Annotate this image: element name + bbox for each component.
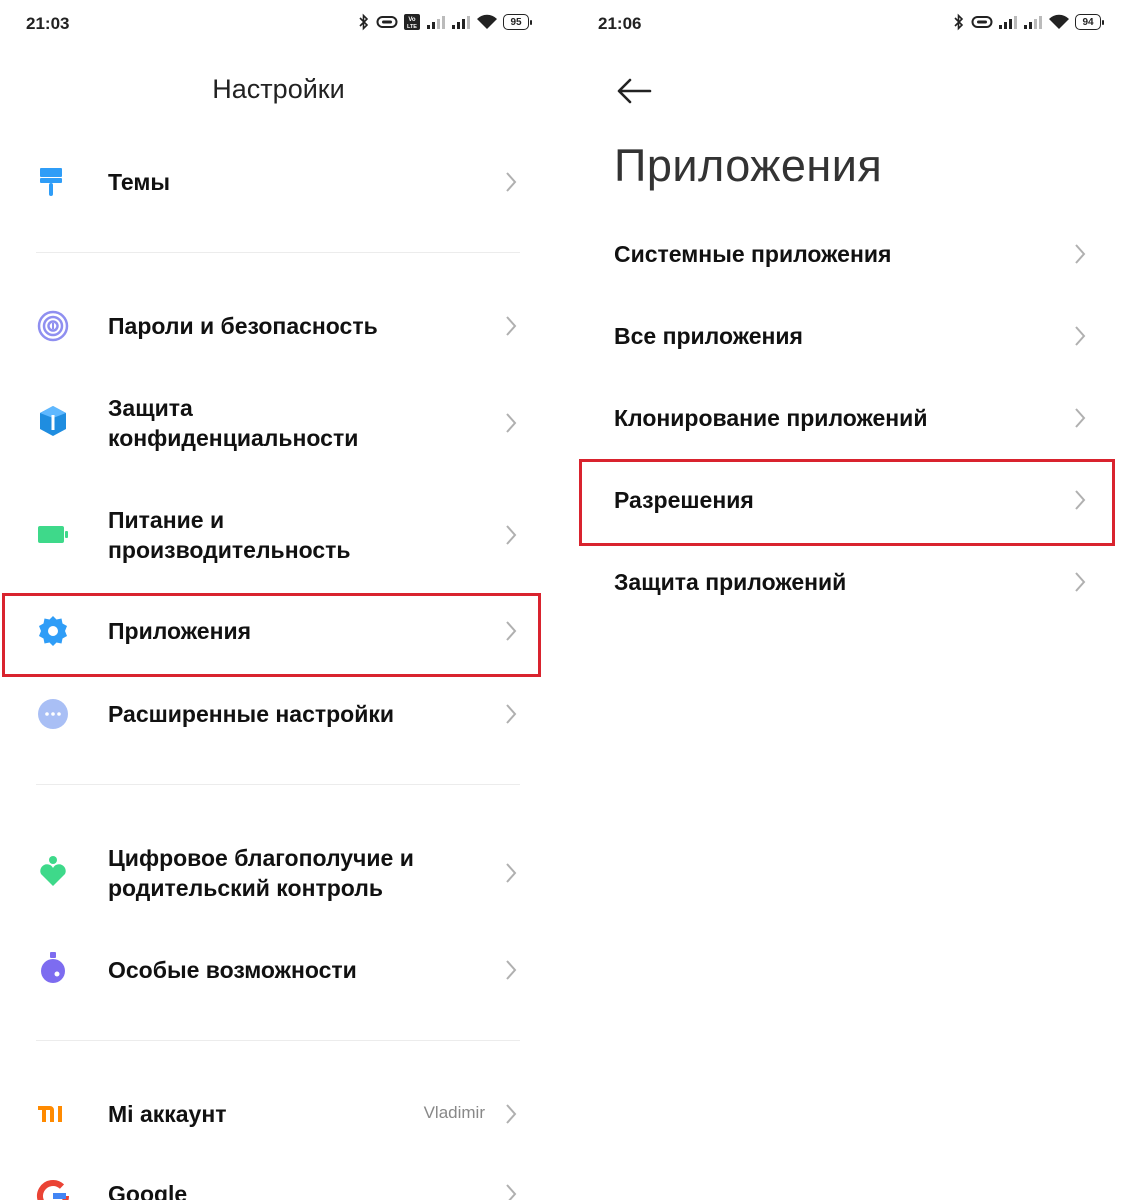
settings-item-label: Цифровое благополучие и родительский кон… [108,845,414,901]
chevron-right-icon [506,704,517,724]
chevron-right-icon [1075,490,1086,510]
account-name-value: Vladimir [423,1103,485,1122]
settings-screen: 21:03 Vo LTE 95 Настройки Темы Пароли и … [0,0,557,1200]
chevron-right-icon [506,1104,517,1124]
link-icon [971,16,993,28]
chevron-right-icon [506,621,517,641]
settings-item-label: Google [108,1181,188,1200]
wifi-icon [477,14,497,29]
bluetooth-icon [954,13,964,31]
chevron-right-icon [506,863,517,883]
settings-item-passwords-security[interactable]: Пароли и безопасность [0,294,557,358]
page-title: Приложения [614,140,883,191]
divider [36,1040,520,1041]
settings-item-label: Защита конфиденциальности [108,395,359,451]
divider [36,252,520,253]
svg-text:Vo: Vo [408,17,416,23]
settings-item-google[interactable]: Google [0,1166,557,1200]
apps-item-label: Разрешения [614,487,754,513]
settings-item-label: Темы [108,169,171,195]
chevron-right-icon [506,1184,517,1200]
apps-item-label: Все приложения [614,323,803,349]
page-title: Настройки [212,74,345,104]
apps-item-permissions[interactable]: Разрешения [572,468,1129,532]
apps-item-system-apps[interactable]: Системные приложения [572,222,1129,286]
apps-item-all-apps[interactable]: Все приложения [572,304,1129,368]
settings-item-label: Расширенные настройки [108,701,395,727]
chevron-right-icon [506,172,517,192]
more-dots-icon [38,699,68,729]
battery-icon: 95 [503,14,532,30]
themes-icon [40,168,62,196]
settings-item-privacy[interactable]: Защита конфиденциальности [0,390,557,456]
link-icon [376,16,398,28]
privacy-shield-icon [40,406,66,436]
svg-text:LTE: LTE [407,24,417,30]
chevron-right-icon [506,525,517,545]
gear-icon [39,616,67,646]
status-bar: 21:03 Vo LTE 95 [0,0,557,50]
divider [36,784,520,785]
chevron-right-icon [506,960,517,980]
status-time: 21:06 [598,14,642,33]
status-icons: Vo LTE 95 [357,13,532,31]
settings-item-label: Пароли и безопасность [108,313,378,339]
apps-item-dual-apps[interactable]: Клонирование приложений [572,386,1129,450]
battery-power-icon [38,526,68,543]
apps-screen: 21:06 94 Приложения Системные приложения… [572,0,1129,1200]
volte-icon: VoLTE [404,14,420,30]
chevron-right-icon [506,316,517,336]
chevron-right-icon [506,413,517,433]
signal-icon [452,16,470,29]
signal-icon [999,16,1017,29]
chevron-right-icon [1075,326,1086,346]
fingerprint-icon [37,310,69,342]
status-icons: 94 [952,13,1104,31]
settings-item-label: Приложения [108,618,252,644]
accessibility-flask-icon [41,952,65,983]
settings-item-apps[interactable]: Приложения [0,597,557,665]
status-time: 21:03 [26,14,70,33]
apps-item-label: Системные приложения [614,241,892,267]
chevron-right-icon [1075,244,1086,264]
apps-item-label: Защита приложений [614,569,847,595]
settings-item-digital-wellbeing[interactable]: Цифровое благополучие и родительский кон… [0,840,557,906]
settings-item-themes[interactable]: Темы [0,150,557,214]
back-arrow-icon[interactable] [614,74,654,108]
chevron-right-icon [1075,572,1086,592]
settings-item-advanced[interactable]: Расширенные настройки [0,682,557,746]
settings-item-label: Mi аккаунт [108,1101,227,1127]
wifi-icon [1049,14,1069,29]
screenshot-composite: 21:03 Vo LTE 95 Настройки Темы Пароли и … [0,0,1129,1200]
settings-item-accessibility[interactable]: Особые возможности [0,938,557,1002]
battery-icon: 94 [1075,14,1104,30]
status-bar: 21:06 94 [572,0,1129,50]
apps-item-app-lock[interactable]: Защита приложений [572,550,1129,614]
signal-icon [1024,16,1042,29]
apps-item-label: Клонирование приложений [614,405,928,431]
chevron-right-icon [1075,408,1086,428]
bluetooth-icon [359,13,369,31]
wellbeing-icon [40,856,66,886]
mi-logo-icon [38,1106,62,1122]
google-logo-icon [37,1180,69,1200]
settings-item-label: Питание и производительность [108,507,351,563]
settings-item-power[interactable]: Питание и производительность [0,502,557,568]
settings-item-label: Особые возможности [108,957,357,983]
signal-icon [427,16,445,29]
settings-item-mi-account[interactable]: Mi аккаунт Vladimir [0,1082,557,1146]
